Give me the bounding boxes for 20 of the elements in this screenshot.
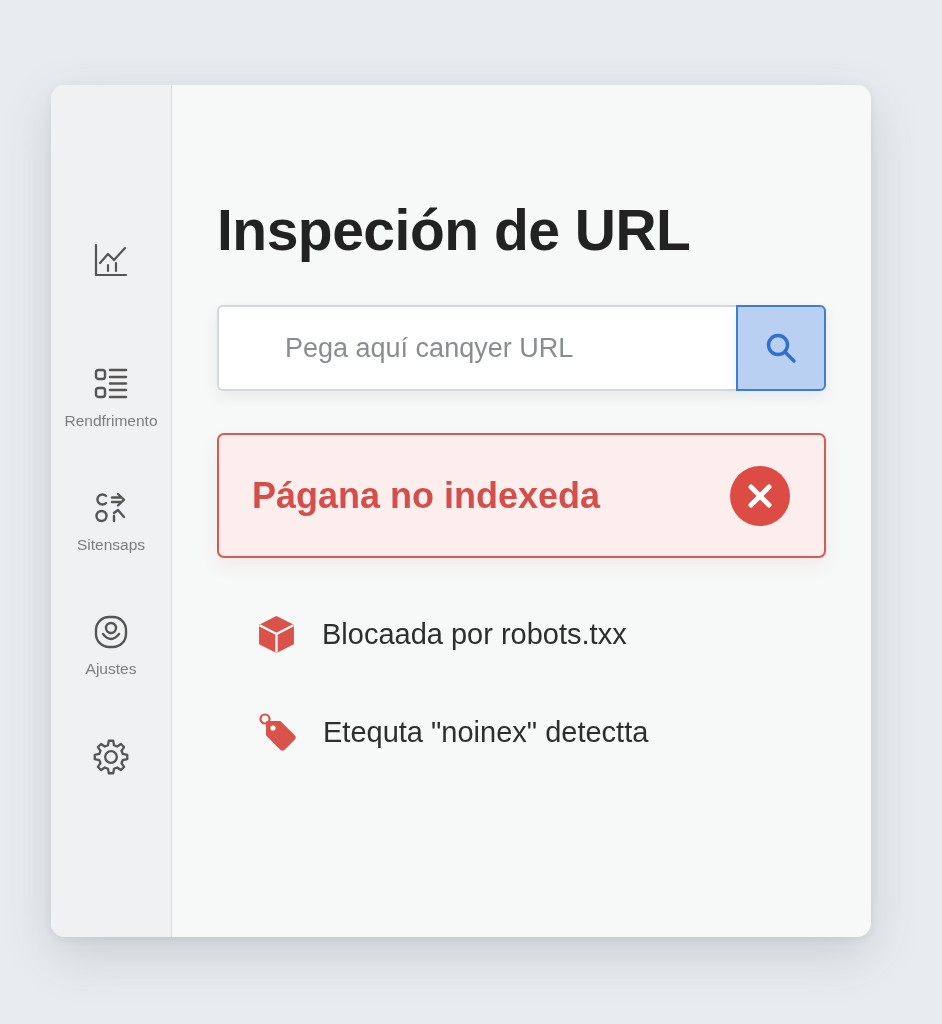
search-icon — [765, 332, 797, 364]
line-chart-icon — [94, 243, 128, 277]
cube-icon — [258, 615, 295, 654]
sidebar-item[interactable] — [94, 243, 128, 277]
settings-icon — [93, 739, 129, 775]
issue-text: Blocaada por robots.txx — [322, 618, 627, 651]
list-icon — [94, 367, 128, 401]
url-input[interactable]: Pega aquí canqyer URL — [217, 305, 736, 391]
error-icon — [730, 465, 790, 526]
face-icon — [94, 615, 128, 649]
page-title: Inspeción de URL — [217, 197, 692, 263]
issue-text: Etequta "noinex" detectta — [323, 715, 649, 749]
search-button[interactable] — [736, 305, 826, 391]
shapes-arrows-icon — [94, 491, 128, 525]
sidebar-item[interactable] — [93, 739, 129, 775]
sidebar-item[interactable]: Sitensaps — [76, 491, 146, 554]
status-text: Págana no indexeda — [252, 474, 601, 517]
sidebar-item[interactable]: Rendfrimento — [64, 367, 158, 430]
sidebar-item[interactable]: Ajustes — [85, 615, 137, 678]
tag-icon — [258, 713, 296, 751]
